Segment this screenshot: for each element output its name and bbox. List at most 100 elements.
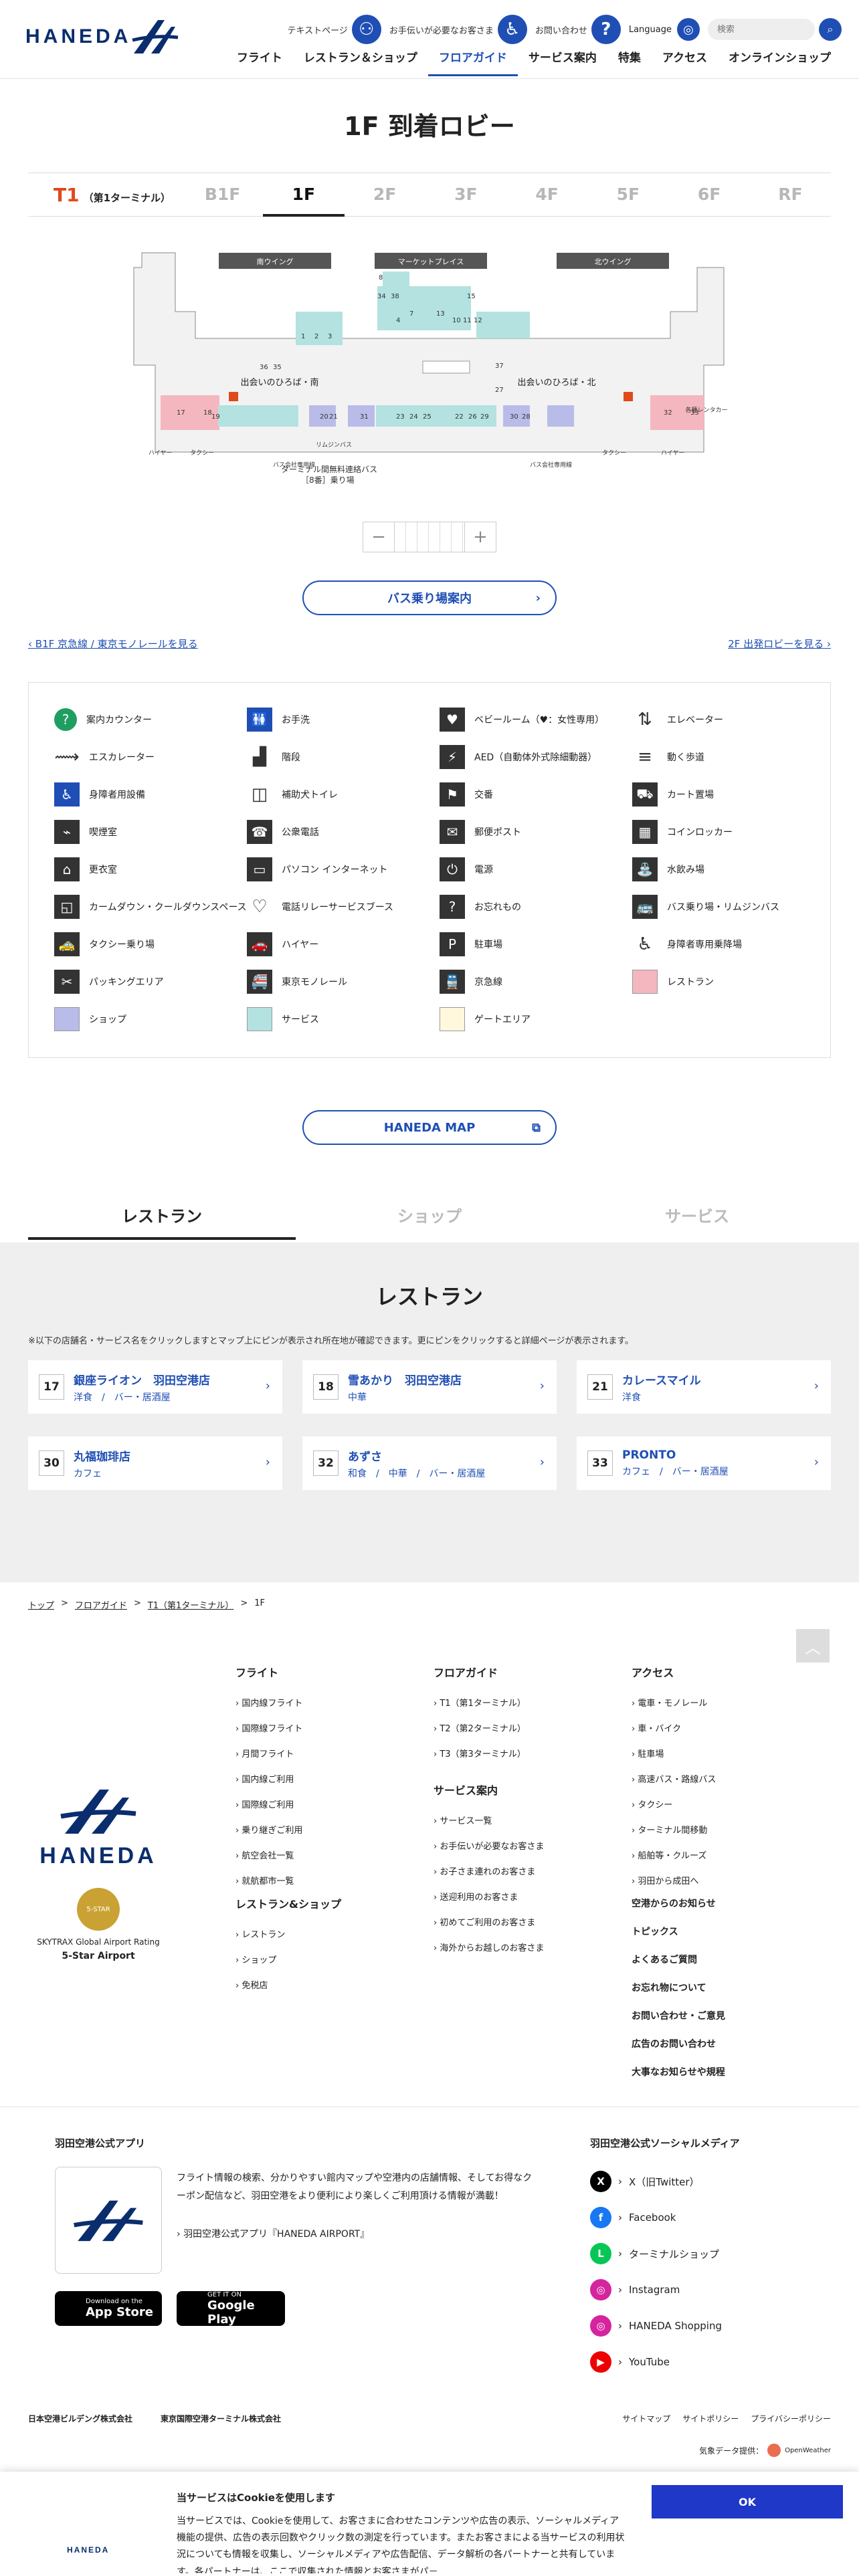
social-youtube[interactable]: ▶ › YouTube bbox=[590, 2344, 740, 2380]
footer-link[interactable]: ターミナル間移動 bbox=[632, 1823, 716, 1836]
tab-5f[interactable]: 5F bbox=[587, 173, 668, 217]
footer-link[interactable]: レストラン bbox=[235, 1927, 341, 1940]
footer-bold-link[interactable]: 大事なお知らせや規程 bbox=[632, 2065, 725, 2078]
footer-link[interactable]: 送迎利用のお客さま bbox=[434, 1890, 544, 1903]
footer-link[interactable]: 車・バイク bbox=[632, 1721, 716, 1734]
language-selector[interactable]: Language ◎ bbox=[629, 18, 700, 41]
app-icon[interactable] bbox=[55, 2167, 162, 2274]
footer-link[interactable]: 月間フライト bbox=[235, 1747, 302, 1759]
footer-bold-link[interactable]: お問い合わせ・ご意見 bbox=[632, 2009, 725, 2022]
tab-2f[interactable]: 2F bbox=[345, 173, 425, 217]
zoom-out-icon[interactable]: − bbox=[363, 522, 394, 552]
social-instagram-shopping[interactable]: ◎ › HANEDA Shopping bbox=[590, 2308, 740, 2344]
nav-access[interactable]: アクセス bbox=[652, 49, 718, 76]
breadcrumb-floor-guide[interactable]: フロアガイド bbox=[75, 1598, 127, 1611]
footer-link[interactable]: タクシー bbox=[632, 1798, 716, 1810]
restaurant-card[interactable]: 18 雪あかり 羽田空港店 中華 › bbox=[302, 1360, 557, 1414]
terminal-selector[interactable]: T1 （第1ターミナル） bbox=[28, 184, 182, 206]
legend-grid: ? 案内カウンター 🚻 お手洗 ♥ ベビールーム（♥：女性専用） ⇅ エレベーター ⟿ エスカレー… bbox=[54, 707, 830, 1032]
footer-bold-link[interactable]: お忘れ物について bbox=[632, 1981, 725, 1994]
footer-link[interactable]: 国内線フライト bbox=[235, 1696, 302, 1709]
restaurant-card[interactable]: 32 あずさ 和食 / 中華 / バー・居酒屋 › bbox=[302, 1436, 557, 1490]
privacy-policy-link[interactable]: プライバシーポリシー bbox=[751, 2413, 831, 2424]
tab-service[interactable]: サービス bbox=[563, 1196, 831, 1240]
haneda-map-button[interactable]: HANEDA MAP ⧉ bbox=[302, 1110, 557, 1145]
footer-bold-link[interactable]: 空港からのお知らせ bbox=[632, 1897, 725, 1910]
app-store-badge[interactable]: Download on the App Store bbox=[55, 2291, 162, 2326]
zoom-slider[interactable] bbox=[394, 522, 465, 552]
footer-link[interactable]: T1（第1ターミナル） bbox=[434, 1696, 525, 1709]
link-b1f[interactable]: ‹ B1F 京急線 / 東京モノレールを見る bbox=[28, 637, 198, 651]
haneda-logo[interactable]: HANEDA bbox=[25, 17, 179, 56]
footer-bold-link[interactable]: 広告のお問い合わせ bbox=[632, 2037, 725, 2050]
footer-bold-link[interactable]: よくあるご質問 bbox=[632, 1953, 725, 1966]
zoom-in-icon[interactable]: + bbox=[465, 522, 496, 552]
footer-link[interactable]: 乗り継ぎご利用 bbox=[235, 1823, 302, 1836]
footer-link[interactable]: 国際線フライト bbox=[235, 1721, 302, 1734]
corp-link-1[interactable]: 日本空港ビルデング株式会社 bbox=[28, 2413, 132, 2424]
footer-link[interactable]: 航空会社一覧 bbox=[235, 1848, 302, 1861]
link-2f[interactable]: 2F 出発ロビーを見る › bbox=[728, 637, 831, 651]
footer-link[interactable]: T3（第3ターミナル） bbox=[434, 1747, 525, 1759]
search-icon[interactable]: ⌕ bbox=[819, 18, 842, 41]
footer-link[interactable]: 電車・モノレール bbox=[632, 1696, 716, 1709]
contact-link[interactable]: お問い合わせ? bbox=[535, 15, 621, 44]
restaurant-card[interactable]: 30 丸福珈琲店 カフェ › bbox=[28, 1436, 282, 1490]
app-link[interactable]: › 羽田空港公式アプリ『HANEDA AIRPORT』 bbox=[177, 2227, 369, 2240]
tab-shop[interactable]: ショップ bbox=[296, 1196, 563, 1240]
social-instagram[interactable]: ◎ › Instagram bbox=[590, 2272, 740, 2308]
footer-link[interactable]: 初めてご利用のお客さま bbox=[434, 1915, 544, 1928]
footer-link[interactable]: 船舶等・クルーズ bbox=[632, 1848, 716, 1861]
nav-floor-guide[interactable]: フロアガイド bbox=[427, 49, 518, 76]
social-facebook[interactable]: f › Facebook bbox=[590, 2199, 740, 2236]
footer-bold-link[interactable]: トピックス bbox=[632, 1925, 725, 1938]
corp-link-2[interactable]: 東京国際空港ターミナル株式会社 bbox=[161, 2413, 281, 2424]
nav-feature[interactable]: 特集 bbox=[607, 49, 652, 76]
footer-link[interactable]: T2（第2ターミナル） bbox=[434, 1721, 525, 1734]
footer-link[interactable]: サービス一覧 bbox=[434, 1814, 544, 1826]
text-page-link[interactable]: テキストページ ⚇ bbox=[287, 15, 381, 44]
social-x[interactable]: X › X（旧Twitter） bbox=[590, 2163, 740, 2199]
restaurant-name: 丸福珈琲店 bbox=[74, 1450, 130, 1464]
footer-link[interactable]: 羽田から成田へ bbox=[632, 1874, 716, 1887]
legend-label: 電源 bbox=[474, 865, 493, 875]
restaurant-card[interactable]: 17 銀座ライオン 羽田空港店 洋食 / バー・居酒屋 › bbox=[28, 1360, 282, 1414]
assistance-link[interactable]: お手伝いが必要なお客さま ♿ bbox=[389, 15, 527, 44]
nav-restaurant-shop[interactable]: レストラン＆ショップ bbox=[293, 49, 428, 76]
tab-1f[interactable]: 1F bbox=[263, 173, 345, 217]
breadcrumb-t1[interactable]: T1（第1ターミナル） bbox=[148, 1598, 233, 1611]
footer-link[interactable]: 就航都市一覧 bbox=[235, 1874, 302, 1887]
nav-flight[interactable]: フライト bbox=[226, 49, 293, 76]
footer-link[interactable]: 海外からお越しのお客さま bbox=[434, 1941, 544, 1953]
skytrax-medal: 5-STAR bbox=[77, 1888, 120, 1931]
restaurant-card[interactable]: 21 カレースマイル 洋食 › bbox=[577, 1360, 831, 1414]
footer-link[interactable]: ショップ bbox=[235, 1953, 341, 1965]
site-policy-link[interactable]: サイトポリシー bbox=[682, 2413, 739, 2424]
footer-link[interactable]: 駐車場 bbox=[632, 1747, 716, 1759]
nav-service[interactable]: サービス案内 bbox=[518, 49, 607, 76]
google-play-badge[interactable]: GET IT ON Google Play bbox=[177, 2291, 285, 2327]
restaurant-number: 30 bbox=[39, 1451, 64, 1476]
nav-online-shop[interactable]: オンラインショップ bbox=[718, 49, 842, 76]
footer-link[interactable]: お手伝いが必要なお客さま bbox=[434, 1839, 544, 1852]
footer-link[interactable]: 国内線ご利用 bbox=[235, 1772, 302, 1785]
footer-link[interactable]: 国際線ご利用 bbox=[235, 1798, 302, 1810]
tab-b1f[interactable]: B1F bbox=[182, 173, 263, 217]
sitemap-link[interactable]: サイトマップ bbox=[622, 2413, 670, 2424]
cookie-ok-button[interactable]: OK bbox=[652, 2485, 843, 2518]
tab-4f[interactable]: 4F bbox=[506, 173, 587, 217]
tab-6f[interactable]: 6F bbox=[669, 173, 750, 217]
social-line[interactable]: L › ターミナルショップ bbox=[590, 2236, 740, 2272]
search-input[interactable] bbox=[708, 19, 815, 40]
footer-link[interactable]: 高速バス・路線バス bbox=[632, 1772, 716, 1785]
floor-map[interactable]: 南ウイング マーケットプレイス 北ウイング 8 34 38 7 15 13 4 … bbox=[128, 251, 743, 486]
footer-link[interactable]: 免税店 bbox=[235, 1978, 341, 1991]
restaurant-card[interactable]: 33 PRONTO カフェ / バー・居酒屋 › bbox=[577, 1436, 831, 1490]
tab-rf[interactable]: RF bbox=[750, 173, 831, 217]
tab-3f[interactable]: 3F bbox=[425, 173, 506, 217]
bus-info-button[interactable]: バス乗り場案内 › bbox=[302, 580, 557, 615]
back-to-top-button[interactable]: ︿ bbox=[796, 1629, 830, 1662]
breadcrumb-top[interactable]: トップ bbox=[28, 1598, 54, 1611]
footer-link[interactable]: お子さま連れのお客さま bbox=[434, 1864, 544, 1877]
tab-restaurant[interactable]: レストラン bbox=[28, 1196, 296, 1240]
